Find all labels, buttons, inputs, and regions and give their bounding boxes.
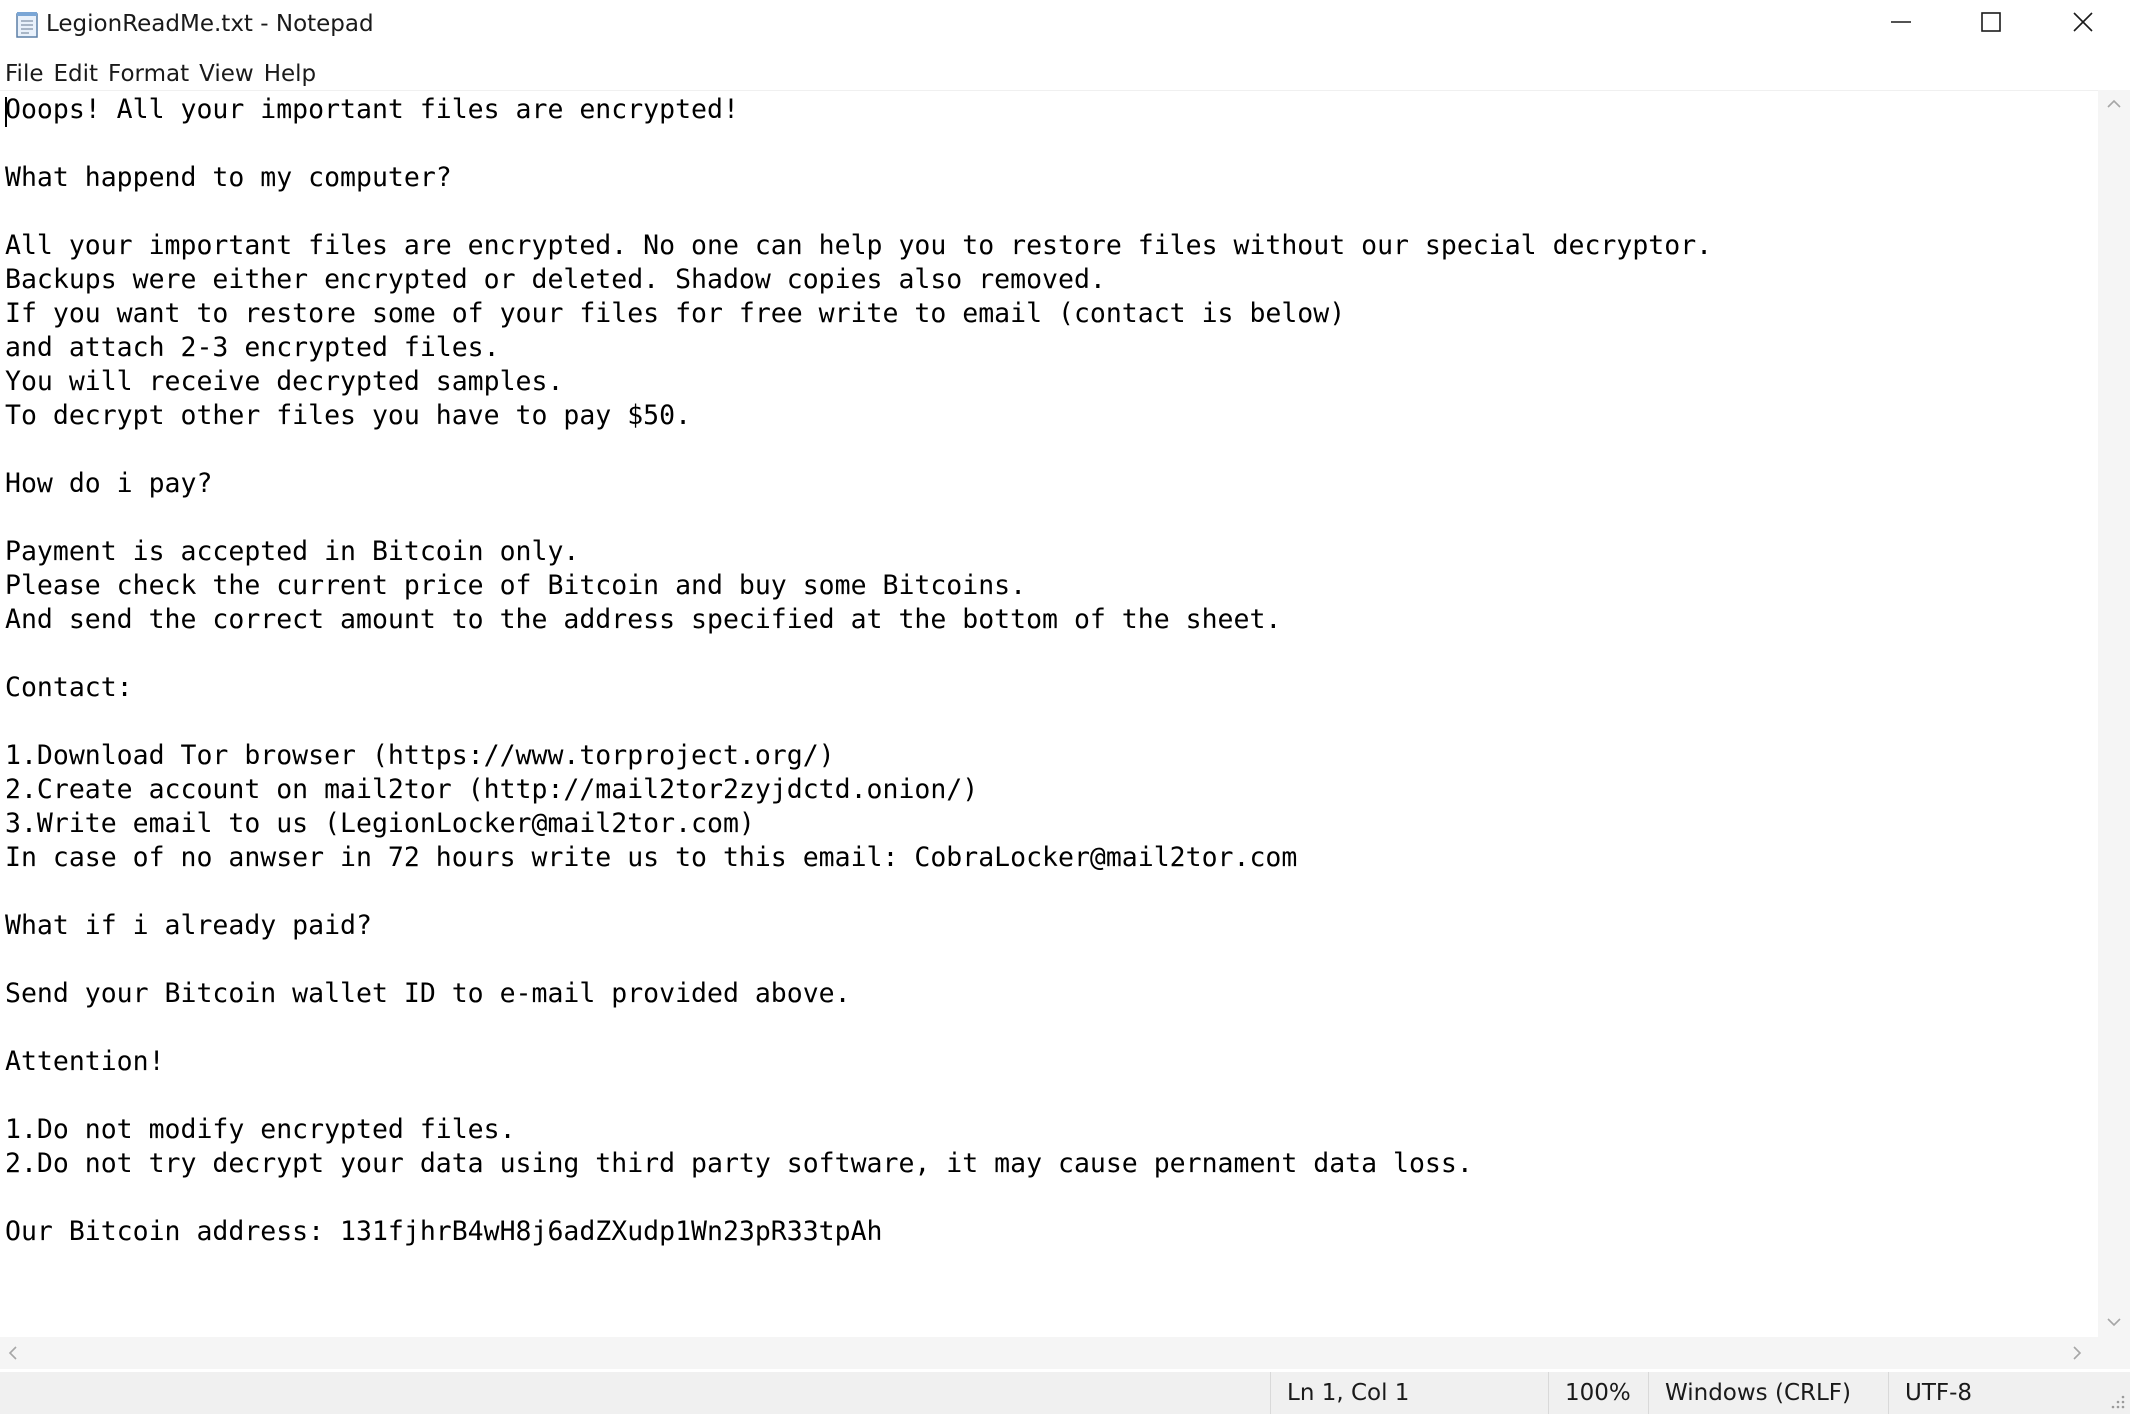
scroll-left-icon[interactable]	[6, 1344, 20, 1365]
window-title: LegionReadMe.txt - Notepad	[46, 11, 374, 37]
minimize-icon	[1890, 11, 1912, 37]
scroll-down-icon[interactable]	[2105, 1312, 2123, 1332]
title-bar[interactable]: LegionReadMe.txt - Notepad	[0, 0, 2130, 50]
text-editor[interactable]: Ooops! All your important files are encr…	[0, 90, 2098, 1338]
menu-bar: File Edit Format View Help	[0, 56, 2130, 92]
close-button[interactable]	[2038, 0, 2128, 48]
scrollbar-corner	[2098, 1337, 2130, 1369]
resize-grip-icon[interactable]	[2108, 1392, 2126, 1410]
text-caret	[5, 97, 7, 127]
menu-help[interactable]: Help	[259, 58, 321, 90]
notepad-icon	[12, 9, 42, 39]
menu-format[interactable]: Format	[103, 58, 194, 90]
status-bar: Ln 1, Col 1 100% Windows (CRLF) UTF-8	[0, 1372, 2130, 1414]
menu-view[interactable]: View	[194, 58, 259, 90]
minimize-button[interactable]	[1856, 0, 1946, 48]
maximize-icon	[1980, 11, 2002, 37]
scroll-right-icon[interactable]	[2070, 1344, 2084, 1365]
maximize-button[interactable]	[1946, 0, 2036, 48]
menu-file[interactable]: File	[0, 58, 49, 90]
scroll-up-icon[interactable]	[2105, 94, 2123, 114]
status-zoom: 100%	[1548, 1372, 1648, 1414]
status-cursor-position: Ln 1, Col 1	[1270, 1372, 1548, 1414]
horizontal-scrollbar[interactable]	[0, 1337, 2098, 1369]
menu-edit[interactable]: Edit	[49, 58, 104, 90]
status-line-endings: Windows (CRLF)	[1648, 1372, 1888, 1414]
close-icon	[2072, 11, 2094, 37]
vertical-scrollbar[interactable]	[2098, 90, 2130, 1337]
document-text[interactable]: Ooops! All your important files are encr…	[5, 93, 1712, 1249]
status-encoding: UTF-8	[1888, 1372, 2130, 1414]
